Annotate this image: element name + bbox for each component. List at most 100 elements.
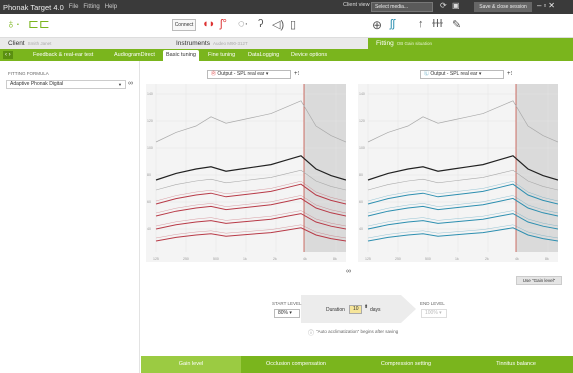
- ear-icon[interactable]: ʃ°: [220, 18, 227, 30]
- left-selector-label: Output - SPL real ear: [217, 71, 265, 77]
- left-add-curve-icon[interactable]: +⁝: [294, 70, 299, 77]
- battery-icon[interactable]: ▯: [290, 18, 296, 31]
- start-level-select[interactable]: 80% ▾: [274, 309, 300, 318]
- right-ear-icon: Ⓛ: [424, 71, 430, 77]
- acclimatization-panel: START LEVEL 80% ▾ Duration 10 ⬍ days END…: [141, 280, 573, 356]
- media-select[interactable]: Select media...: [371, 2, 433, 12]
- window-controls[interactable]: –▫✕: [537, 1, 557, 10]
- right-x-tick: 8k: [545, 257, 549, 261]
- link-icon[interactable]: ∞: [128, 80, 133, 87]
- tab-strip: ‹ › Feedback & real-ear test AudiogramDi…: [0, 49, 573, 61]
- right-y-tick: 40: [359, 227, 363, 231]
- left-chart-selector[interactable]: Ⓡ Output - SPL real ear ▾: [207, 70, 291, 79]
- instruments-segment[interactable]: Instruments Audeo M90-312T: [168, 38, 368, 49]
- left-panel: FITTING FORMULA Adaptive Phonak Digital ▼…: [0, 61, 140, 373]
- right-chart-svg: 140 120 100 80 60 40 125 250 500 1k 2k 4k 8k: [359, 84, 559, 261]
- left-y-tick: 100: [147, 146, 153, 150]
- right-y-tick: 120: [359, 119, 365, 123]
- left-x-tick: 250: [183, 257, 189, 261]
- duration-input[interactable]: 10: [349, 305, 362, 314]
- duration-stepper[interactable]: ⬍: [364, 304, 368, 310]
- bottom-tab-strip: Gain level Occlusion compensation Compre…: [141, 356, 573, 373]
- right-x-tick: 1k: [455, 257, 459, 261]
- client-label: Client: [8, 40, 25, 47]
- left-shaded-region: [304, 84, 346, 252]
- left-x-tick: 2k: [273, 257, 277, 261]
- right-x-tick: 250: [395, 257, 401, 261]
- fitting-sub: OB Gain situation: [396, 41, 432, 46]
- end-level-select[interactable]: 100% ▾: [421, 309, 447, 318]
- end-level-label: END LEVEL: [420, 301, 445, 306]
- left-x-tick: 4k: [303, 257, 307, 261]
- sliders-icon[interactable]: ɫɫɫ: [432, 18, 443, 30]
- hearing-aid-blue-icon[interactable]: ʃʃ: [390, 18, 395, 30]
- right-y-tick: 80: [359, 173, 363, 177]
- app-title: Phonak Target 4.0: [3, 2, 64, 12]
- menu-fitting[interactable]: Fitting: [83, 4, 99, 10]
- ear-outline-icon[interactable]: ʔ: [258, 18, 264, 30]
- left-x-tick: 500: [213, 257, 219, 261]
- chevron-down-icon: ▼: [118, 82, 122, 87]
- menu-help[interactable]: Help: [105, 4, 117, 10]
- tab-compression-setting[interactable]: Compression setting: [351, 356, 461, 373]
- client-icon[interactable]: ♁·: [6, 16, 20, 31]
- toolbar: ♁· ⊏⊏ Connect ◖◗ ʃ° ◌· ʔ ◁) ▯ ⊕ ʃʃ ↑ ɫɫɫ…: [0, 14, 573, 38]
- end-level-value: 100%: [425, 310, 438, 316]
- target-icon[interactable]: ⊕: [372, 18, 382, 32]
- instruments-label: Instruments: [176, 40, 210, 47]
- instruments-sub: Audeo M90-312T: [212, 41, 248, 46]
- formula-value: Adaptive Phonak Digital: [10, 81, 64, 87]
- tab-nav-arrows[interactable]: ‹ ›: [3, 51, 13, 59]
- right-x-tick: 4k: [515, 257, 519, 261]
- title-bar: Phonak Target 4.0 File Fitting Help Clie…: [0, 0, 573, 14]
- right-x-tick: 2k: [485, 257, 489, 261]
- tab-audiogramdirect[interactable]: AudiogramDirect: [111, 50, 158, 61]
- device-icon[interactable]: ◌·: [238, 18, 248, 30]
- tab-datalogging[interactable]: DataLogging: [245, 50, 282, 61]
- tab-fine-tuning[interactable]: Fine tuning: [205, 50, 238, 61]
- save-icon[interactable]: ▣: [452, 1, 460, 10]
- left-x-tick: 1k: [243, 257, 247, 261]
- left-y-tick: 40: [147, 227, 151, 231]
- left-y-tick: 60: [147, 200, 151, 204]
- right-y-tick: 100: [359, 146, 365, 150]
- right-selector-label: Output - SPL real ear: [430, 71, 478, 77]
- start-level-value: 80%: [278, 310, 289, 316]
- microphone-icon[interactable]: ↑: [418, 18, 424, 30]
- left-chart[interactable]: 140 120 100 80 60 40 125 250 500 1k 2k 4k 8k: [146, 84, 347, 262]
- save-close-button[interactable]: Save & close session: [474, 2, 532, 12]
- tab-occlusion-compensation[interactable]: Occlusion compensation: [241, 356, 351, 373]
- right-shaded-region: [516, 84, 558, 252]
- tools-icon[interactable]: ✎: [452, 18, 461, 31]
- right-y-tick: 60: [359, 200, 363, 204]
- audiogram-icon[interactable]: ⊏⊏: [28, 16, 50, 32]
- connect-button[interactable]: Connect: [172, 19, 196, 31]
- right-y-tick: 140: [359, 92, 365, 96]
- client-segment[interactable]: Client Smith Janet: [0, 38, 168, 49]
- fitting-label: Fitting: [376, 40, 394, 47]
- tab-device-options[interactable]: Device options: [288, 50, 330, 61]
- client-view-toggle[interactable]: Client view: [343, 2, 370, 8]
- left-y-tick: 120: [147, 119, 153, 123]
- client-name: Smith Janet: [27, 41, 52, 46]
- left-x-tick: 8k: [333, 257, 337, 261]
- right-x-tick: 500: [425, 257, 431, 261]
- link-charts-icon[interactable]: ∞: [346, 268, 351, 275]
- tab-gain-level[interactable]: Gain level: [141, 356, 241, 373]
- sync-icon[interactable]: ⟳: [440, 1, 447, 10]
- fitting-segment[interactable]: Fitting OB Gain situation: [368, 38, 573, 49]
- formula-dropdown[interactable]: Adaptive Phonak Digital ▼: [6, 80, 126, 89]
- right-add-curve-icon[interactable]: +⁝: [507, 70, 512, 77]
- right-chart-selector[interactable]: Ⓛ Output - SPL real ear ▾: [420, 70, 504, 79]
- tab-feedback[interactable]: Feedback & real-ear test: [30, 50, 96, 61]
- right-chart[interactable]: 140 120 100 80 60 40 125 250 500 1k 2k 4k 8k: [358, 84, 559, 262]
- tab-tinnitus-balance[interactable]: Tinnitus balance: [461, 356, 571, 373]
- hearing-aid-red-icon[interactable]: ◖◗: [202, 18, 215, 30]
- tab-basic-tuning[interactable]: Basic tuning: [163, 50, 199, 61]
- start-level-label: START LEVEL: [272, 301, 302, 306]
- auto-acclimatization-note: "Auto acclimatization" begins after savi…: [316, 329, 399, 334]
- info-icon: ⓘ: [308, 331, 315, 337]
- speaker-icon[interactable]: ◁): [272, 18, 284, 31]
- left-chart-svg: 140 120 100 80 60 40 125 250 500 1k 2k 4k 8k: [147, 84, 347, 261]
- menu-file[interactable]: File: [69, 4, 79, 10]
